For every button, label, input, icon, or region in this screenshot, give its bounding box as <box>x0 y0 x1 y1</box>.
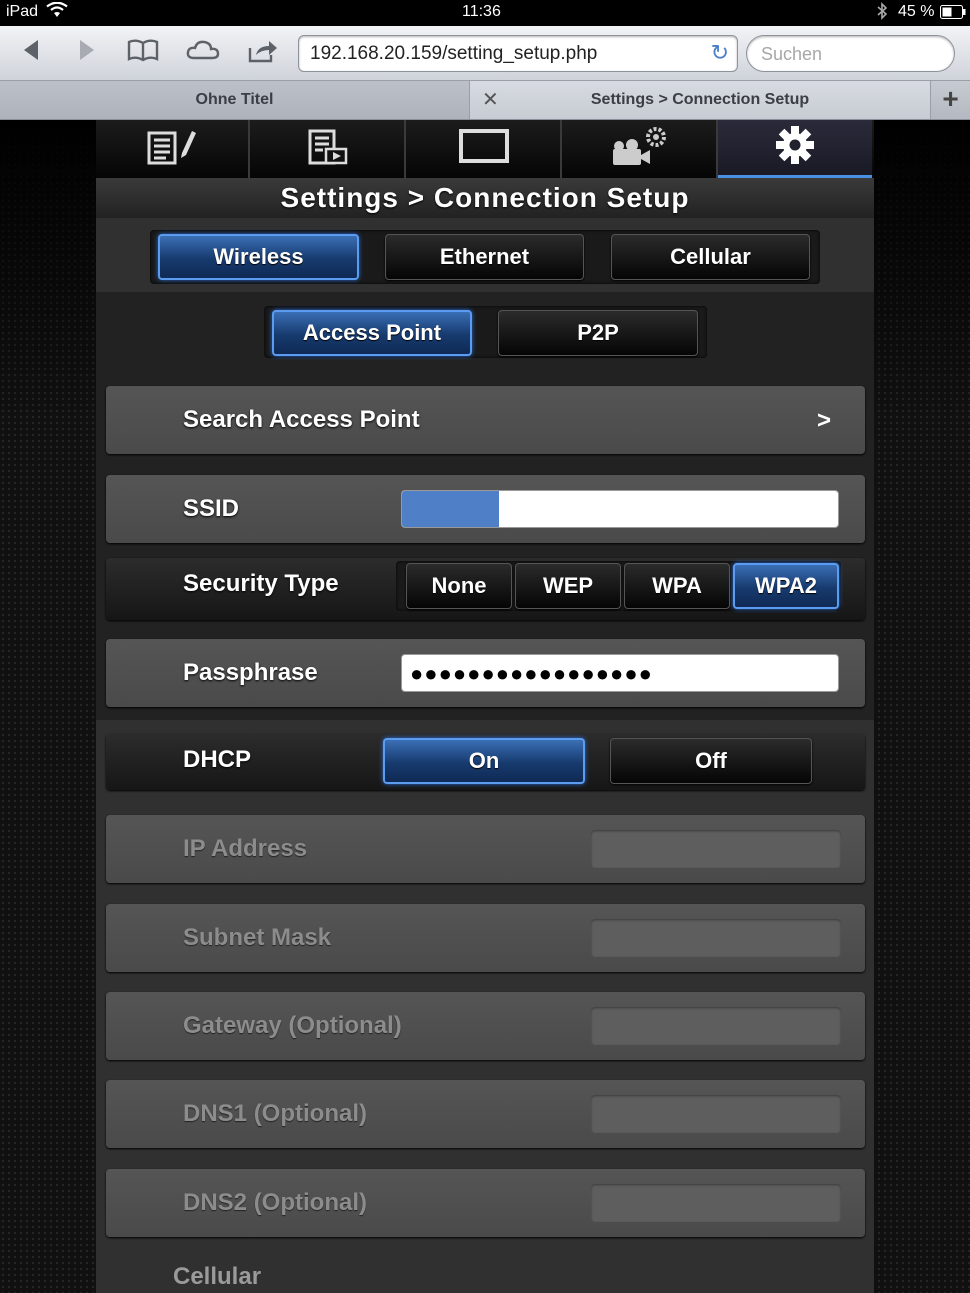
gateway-label: Gateway (Optional) <box>183 1012 402 1039</box>
dns2-field <box>591 1184 841 1222</box>
add-tab-icon[interactable]: + <box>930 81 970 119</box>
ip-address-field <box>591 830 841 868</box>
browser-tab-bar: Ohne Titel Settings > Connection Setup ✕… <box>0 81 970 120</box>
dns1-row: DNS1 (Optional) <box>106 1080 865 1148</box>
browser-toolbar: 192.168.20.159/setting_setup.php ↻ Suche… <box>0 26 970 81</box>
dhcp-on-button[interactable]: On <box>383 738 585 784</box>
url-field[interactable]: 192.168.20.159/setting_setup.php ↻ <box>298 35 738 72</box>
search-input[interactable]: Suchen <box>746 35 955 72</box>
tab-ohne-titel[interactable]: Ohne Titel <box>0 81 470 119</box>
settings-app: Settings > Connection Setup Wireless Eth… <box>96 120 874 1293</box>
cloud-icon[interactable] <box>186 38 220 68</box>
passphrase-label: Passphrase <box>183 659 318 686</box>
gateway-row: Gateway (Optional) <box>106 992 865 1060</box>
gear-icon <box>775 125 815 170</box>
device-name: iPad <box>6 3 39 20</box>
ethernet-button[interactable]: Ethernet <box>385 234 584 280</box>
search-access-point-label: Search Access Point <box>183 406 420 433</box>
nav-playlist[interactable] <box>252 120 406 178</box>
nav-screen[interactable] <box>408 120 562 178</box>
battery-percent: 45 % <box>898 3 935 20</box>
passphrase-field[interactable]: ●●●●●●●●●●●●●●●●● <box>401 654 839 692</box>
nav-edit[interactable] <box>96 120 250 178</box>
security-none-button[interactable]: None <box>406 563 512 609</box>
bookmarks-icon[interactable] <box>126 38 160 68</box>
access-point-button[interactable]: Access Point <box>272 310 472 356</box>
ssid-label: SSID <box>183 495 240 522</box>
tab-connection-setup[interactable]: Settings > Connection Setup <box>470 81 930 119</box>
dhcp-row: DHCP On Off <box>106 734 865 790</box>
security-type-label: Security Type <box>183 570 339 597</box>
subnet-mask-label: Subnet Mask <box>183 924 332 951</box>
edit-icon <box>146 127 198 172</box>
ssid-selection <box>402 491 499 527</box>
search-access-point-row[interactable]: Search Access Point > <box>106 386 865 454</box>
cellular-section-heading: Cellular <box>173 1263 262 1290</box>
page-title: Settings > Connection Setup <box>96 178 874 218</box>
share-icon[interactable] <box>246 38 280 68</box>
cellular-button[interactable]: Cellular <box>611 234 810 280</box>
dns1-field <box>591 1095 841 1133</box>
subnet-mask-field <box>591 919 841 957</box>
clock: 11:36 <box>462 3 501 20</box>
nav-camera-settings[interactable] <box>564 120 718 178</box>
wifi-icon <box>46 1 68 23</box>
passphrase-value: ●●●●●●●●●●●●●●●●● <box>410 661 653 686</box>
passphrase-row: Passphrase ●●●●●●●●●●●●●●●●● <box>106 639 865 707</box>
back-icon[interactable] <box>14 38 48 68</box>
dns2-label: DNS2 (Optional) <box>183 1189 367 1216</box>
ssid-row: SSID <box>106 475 865 543</box>
chevron-right-icon: > <box>816 407 831 434</box>
security-type-row: Security Type None WEP WPA WPA2 <box>106 558 865 620</box>
playlist-icon <box>306 127 350 172</box>
gateway-field <box>591 1007 841 1045</box>
dns1-label: DNS1 (Optional) <box>183 1100 367 1127</box>
wireless-button[interactable]: Wireless <box>158 234 359 280</box>
ip-address-label: IP Address <box>183 835 308 862</box>
security-wpa2-button[interactable]: WPA2 <box>733 563 839 609</box>
main-nav <box>96 120 874 178</box>
camera-settings-icon <box>610 125 670 174</box>
nav-settings[interactable] <box>718 120 872 178</box>
p2p-button[interactable]: P2P <box>498 310 698 356</box>
security-wep-button[interactable]: WEP <box>515 563 621 609</box>
subnet-mask-row: Subnet Mask <box>106 904 865 972</box>
bluetooth-icon <box>876 2 888 25</box>
dhcp-off-button[interactable]: Off <box>610 738 812 784</box>
close-tab-icon[interactable]: ✕ <box>482 81 499 119</box>
reload-icon[interactable]: ↻ <box>711 40 729 66</box>
battery-icon <box>940 5 966 24</box>
security-wpa-button[interactable]: WPA <box>624 563 730 609</box>
status-bar: iPad 11:36 45 % <box>0 0 970 26</box>
screen-icon <box>458 127 510 172</box>
ip-address-row: IP Address <box>106 815 865 883</box>
dns2-row: DNS2 (Optional) <box>106 1169 865 1237</box>
forward-icon[interactable] <box>70 38 104 68</box>
url-text: 192.168.20.159/setting_setup.php <box>310 43 598 64</box>
dhcp-label: DHCP <box>183 746 252 773</box>
ssid-field[interactable] <box>401 490 839 528</box>
